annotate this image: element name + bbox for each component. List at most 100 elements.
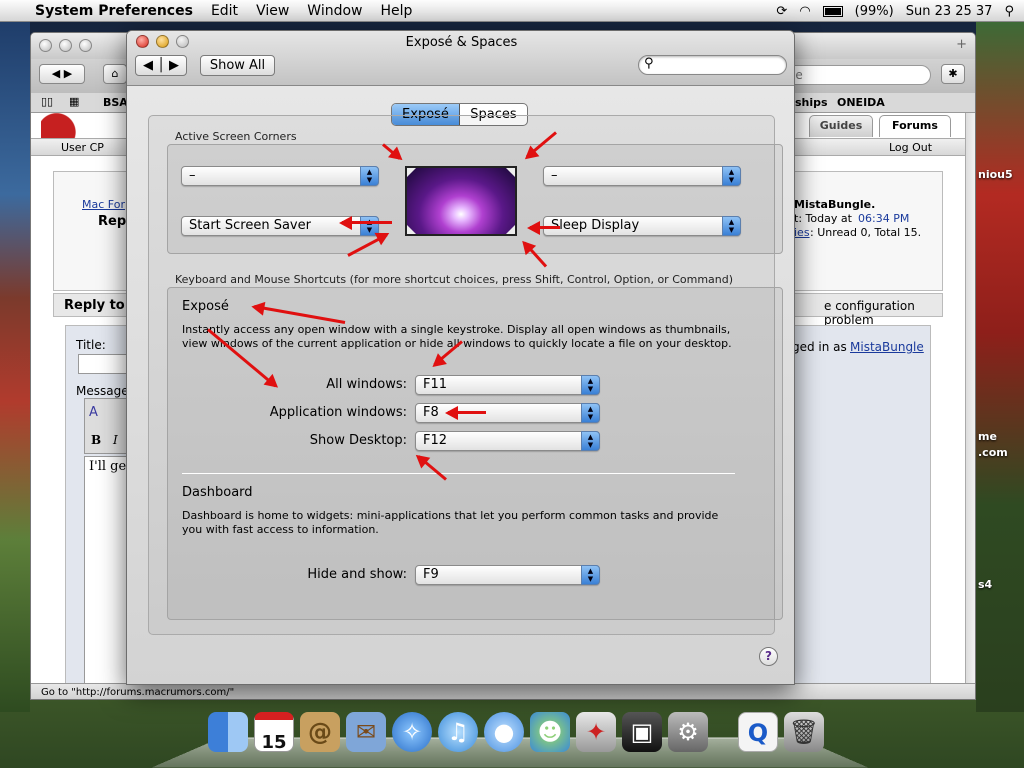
- show-desktop-popup[interactable]: F12 ▲ ▼: [415, 431, 600, 451]
- popup-value: F9: [423, 567, 439, 582]
- menu-app-name[interactable]: System Preferences: [26, 0, 202, 22]
- thread-title: e configuration problem: [824, 299, 915, 327]
- popup-value: –: [551, 168, 558, 183]
- wifi-icon[interactable]: ◠: [799, 4, 810, 19]
- all-windows-label: All windows:: [326, 377, 407, 392]
- utility-icon[interactable]: ✦: [576, 712, 616, 752]
- package-icon[interactable]: ▣: [622, 712, 662, 752]
- popup-value: F12: [423, 433, 448, 448]
- expose-spaces-window: Exposé & Spaces ◀ │ ▶ Show All ⚲ Exposé …: [126, 30, 795, 685]
- logged-in-prefix: ged in as: [792, 340, 847, 354]
- status-bar: Go to "http://forums.macrumors.com/": [31, 683, 975, 699]
- dashboard-description-line2: you with fast access to information.: [182, 523, 379, 536]
- corner-bottom-right-popup[interactable]: Sleep Display ▲ ▼: [543, 216, 741, 236]
- menu-help[interactable]: Help: [372, 0, 422, 22]
- search-field[interactable]: le: [783, 65, 931, 85]
- browser-minimize-icon[interactable]: [59, 39, 72, 52]
- users-icon[interactable]: ☻: [530, 712, 570, 752]
- application-windows-popup[interactable]: F8 ▲ ▼: [415, 403, 600, 423]
- menu-clock[interactable]: Sun 23 25 37: [906, 4, 993, 19]
- logged-in-user-link[interactable]: MistaBungle: [850, 340, 924, 354]
- title-label: Title:: [76, 338, 106, 352]
- system-preferences-icon[interactable]: ⚙: [668, 712, 708, 752]
- red-arrow-icon: [342, 221, 392, 224]
- search-icon: ⚲: [644, 56, 654, 71]
- italic-button[interactable]: I: [113, 433, 118, 447]
- new-tab-icon[interactable]: +: [956, 37, 967, 52]
- help-button[interactable]: ?: [759, 647, 778, 666]
- dock: 15 @ ✉ ✧ ♫ ● ☻ ✦ ▣ ⚙ Q 🗑: [151, 712, 869, 768]
- corner-top-right-icon[interactable]: [506, 168, 515, 177]
- font-icon[interactable]: A: [89, 405, 98, 420]
- private-messages-link[interactable]: ies: [794, 226, 810, 239]
- screen-preview-image: [405, 166, 517, 236]
- address-book-icon[interactable]: @: [300, 712, 340, 752]
- book-icon[interactable]: ▯▯: [41, 95, 53, 108]
- last-visit-label: t: Today at: [794, 212, 852, 225]
- tab-guides[interactable]: Guides: [809, 115, 873, 137]
- tab-forums[interactable]: Forums: [879, 115, 951, 137]
- pm-counts: : Unread 0, Total 15.: [810, 226, 922, 239]
- shortcuts-title: Keyboard and Mouse Shortcuts (for more s…: [175, 273, 734, 286]
- popup-value: F11: [423, 377, 448, 392]
- ical-icon[interactable]: 15: [254, 712, 294, 753]
- desktop-background-left: [0, 22, 30, 712]
- all-windows-popup[interactable]: F11 ▲ ▼: [415, 375, 600, 395]
- quicktime-file-icon[interactable]: Q: [738, 712, 778, 752]
- stepper-arrows-icon: ▲▼: [581, 403, 600, 423]
- spotlight-icon[interactable]: ⚲: [1004, 4, 1014, 19]
- stepper-arrows-icon: ▲▼: [581, 565, 600, 585]
- bookmark-item[interactable]: ONEIDA: [837, 96, 885, 109]
- corner-top-left-icon[interactable]: [407, 168, 416, 177]
- home-icon[interactable]: ⌂: [103, 64, 127, 84]
- menu-window[interactable]: Window: [298, 0, 371, 22]
- popup-value: F8: [423, 405, 439, 420]
- battery-icon[interactable]: [822, 4, 843, 19]
- browser-close-icon[interactable]: [39, 39, 52, 52]
- menu-view[interactable]: View: [247, 0, 298, 22]
- bookmark-item[interactable]: ships: [795, 96, 828, 109]
- browser-scrollbar[interactable]: [965, 113, 975, 683]
- corner-bottom-left-icon[interactable]: [407, 225, 416, 234]
- corner-top-left-popup[interactable]: – ▲ ▼: [181, 166, 379, 186]
- menu-bar: System Preferences Edit View Window Help…: [0, 0, 1024, 22]
- dashboard-description-line1: Dashboard is home to widgets: mini-appli…: [182, 509, 719, 522]
- sync-icon[interactable]: ⟳: [776, 4, 787, 19]
- prefs-titlebar: Exposé & Spaces ◀ │ ▶ Show All ⚲: [127, 31, 794, 86]
- show-all-button[interactable]: Show All: [200, 55, 275, 76]
- stepper-arrows-icon: ▲▼: [581, 431, 600, 451]
- grid-icon[interactable]: ▦: [69, 95, 79, 108]
- ichat-icon[interactable]: ●: [484, 712, 524, 752]
- hide-and-show-popup[interactable]: F9 ▲ ▼: [415, 565, 600, 585]
- corner-bottom-right-icon[interactable]: [506, 225, 515, 234]
- red-arrow-icon: [448, 411, 486, 414]
- menu-edit[interactable]: Edit: [202, 0, 247, 22]
- user-cp-link[interactable]: User CP: [61, 141, 104, 154]
- window-title: Exposé & Spaces: [405, 35, 518, 50]
- mail-icon[interactable]: ✉: [346, 712, 386, 752]
- finder-icon[interactable]: [208, 712, 248, 752]
- desktop-text: .com: [978, 446, 1008, 459]
- dashboard-heading: Dashboard: [182, 485, 253, 500]
- search-input[interactable]: ⚲: [638, 55, 787, 75]
- red-arrow-icon: [530, 226, 560, 229]
- itunes-icon[interactable]: ♫: [438, 712, 478, 752]
- safari-icon[interactable]: ✧: [392, 712, 432, 752]
- reply-heading: Reply to: [64, 298, 125, 313]
- stepper-arrows-icon: ▲▼: [722, 166, 741, 186]
- popup-value: Start Screen Saver: [189, 218, 311, 233]
- bug-icon[interactable]: ✱: [941, 64, 965, 84]
- popup-value: –: [189, 168, 196, 183]
- corner-top-right-popup[interactable]: – ▲ ▼: [543, 166, 741, 186]
- bold-button[interactable]: B: [91, 433, 101, 447]
- breadcrumb-link[interactable]: Mac For: [82, 198, 125, 211]
- section-divider: [182, 473, 735, 474]
- browser-zoom-icon[interactable]: [79, 39, 92, 52]
- back-forward-button[interactable]: ◀ │ ▶: [135, 55, 187, 76]
- back-forward-button[interactable]: ◀ ▶: [39, 64, 85, 84]
- log-out-link[interactable]: Log Out: [889, 141, 932, 154]
- stepper-arrows-icon: ▲▼: [360, 166, 379, 186]
- trash-icon[interactable]: 🗑: [784, 712, 824, 752]
- stepper-arrows-icon: ▲▼: [581, 375, 600, 395]
- desktop-background-right: niou5 me .com s4: [976, 22, 1024, 712]
